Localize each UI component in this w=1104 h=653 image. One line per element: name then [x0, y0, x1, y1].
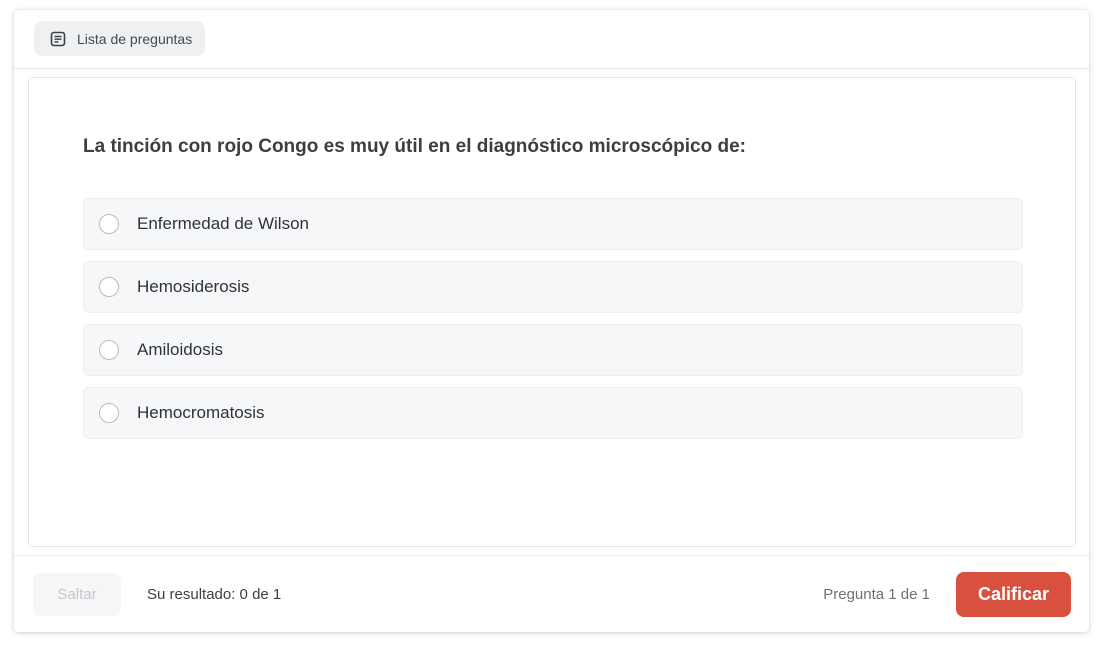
top-bar: Lista de preguntas — [14, 10, 1089, 69]
skip-button[interactable]: Saltar — [33, 573, 121, 616]
list-document-icon — [50, 31, 66, 47]
radio-button[interactable] — [99, 214, 119, 234]
answer-option[interactable]: Amiloidosis — [83, 324, 1023, 376]
answer-option-label: Enfermedad de Wilson — [137, 214, 309, 233]
question-list-label: Lista de preguntas — [77, 30, 193, 47]
radio-button[interactable] — [99, 277, 119, 297]
question-panel: La tinción con rojo Congo es muy útil en… — [28, 77, 1076, 547]
answer-option-label: Hemosiderosis — [137, 277, 250, 296]
answer-option[interactable]: Hemosiderosis — [83, 261, 1023, 313]
answer-option-label: Amiloidosis — [137, 340, 223, 359]
quiz-card: Lista de preguntas La tinción con rojo C… — [14, 10, 1089, 632]
answer-option[interactable]: Enfermedad de Wilson — [83, 198, 1023, 250]
question-text: La tinción con rojo Congo es muy útil en… — [83, 136, 746, 157]
answer-options: Enfermedad de Wilson Hemosiderosis Amilo… — [83, 198, 1023, 450]
answer-option-label: Hemocromatosis — [137, 403, 265, 422]
question-list-button[interactable]: Lista de preguntas — [34, 21, 206, 56]
answer-option[interactable]: Hemocromatosis — [83, 387, 1023, 439]
question-counter: Pregunta 1 de 1 — [823, 586, 930, 603]
footer-bar: Saltar Su resultado: 0 de 1 Pregunta 1 d… — [14, 555, 1089, 632]
radio-button[interactable] — [99, 340, 119, 360]
result-text: Su resultado: 0 de 1 — [147, 586, 282, 603]
grade-button[interactable]: Calificar — [956, 572, 1071, 617]
radio-button[interactable] — [99, 403, 119, 423]
